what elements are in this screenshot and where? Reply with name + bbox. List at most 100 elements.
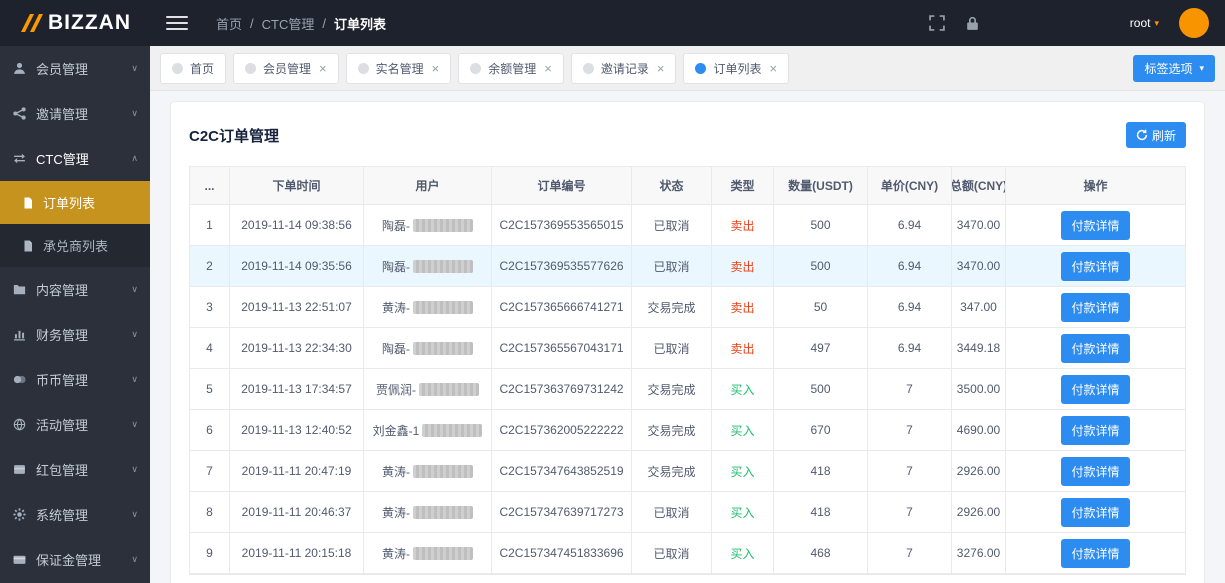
col-time: 2019-11-11 20:15:18 (230, 533, 364, 573)
chart-icon (12, 327, 27, 342)
tab-label: 实名管理 (375, 61, 424, 76)
chevron-down-icon: ∨ (131, 374, 138, 384)
col-status: 交易完成 (632, 410, 712, 450)
tab-label: 会员管理 (263, 61, 312, 76)
pay-detail-button[interactable]: 付款详情 (1061, 538, 1130, 568)
tab-members[interactable]: 会员管理 × (233, 52, 339, 84)
col-order-no: C2C157347643852519 (492, 451, 632, 491)
header-col-type: 类型 (712, 167, 774, 204)
refresh-icon (1136, 129, 1148, 141)
chevron-down-icon: ∨ (131, 329, 138, 339)
fullscreen-icon[interactable] (928, 15, 945, 31)
tab-label: 首页 (190, 61, 215, 76)
sidebar-item-coin[interactable]: 币币管理 ∨ (0, 357, 150, 402)
pay-detail-button[interactable]: 付款详情 (1061, 251, 1130, 281)
user-name-text: 黄涛- (382, 546, 410, 561)
user-menu[interactable]: root ▾ (1130, 16, 1159, 30)
pay-detail-button[interactable]: 付款详情 (1061, 374, 1130, 404)
header-col-time: 下单时间 (230, 167, 364, 204)
redacted-phone (413, 259, 473, 273)
col-price: 6.94 (868, 328, 952, 368)
col-action: 付款详情 (1006, 328, 1185, 368)
tab-home[interactable]: 首页 (160, 52, 227, 84)
tab-invite-records[interactable]: 邀请记录 × (570, 52, 677, 84)
sidebar-item-label: 红包管理 (36, 463, 89, 478)
logo: BIZZAN (0, 11, 150, 35)
sidebar-item-redpacket[interactable]: 红包管理 ∨ (0, 447, 150, 492)
col-amount: 418 (774, 492, 868, 532)
close-icon[interactable]: × (544, 61, 552, 76)
close-icon[interactable]: × (769, 61, 777, 76)
lock-icon[interactable] (965, 15, 980, 31)
chevron-down-icon: ∨ (131, 419, 138, 429)
col-total: 3470.00 (952, 246, 1006, 286)
col-action: 付款详情 (1006, 533, 1185, 573)
sidebar-item-content[interactable]: 内容管理 ∨ (0, 267, 150, 312)
menu-icon[interactable] (166, 12, 188, 34)
pay-detail-button[interactable]: 付款详情 (1061, 292, 1130, 322)
sidebar-item-system[interactable]: 系统管理 ∨ (0, 492, 150, 537)
table-row: 6 2019-11-13 12:40:52 刘金鑫-1 C2C157362005222… (190, 410, 1185, 451)
sidebar: 会员管理 ∨ 邀请管理 ∨ CTC管理 ∧ 订单列表 承兑商列表 内容管理 ∨ 财务管理 ∨ 币币管理 ∨… (0, 46, 150, 583)
close-icon[interactable]: × (319, 61, 327, 76)
col-action: 付款详情 (1006, 451, 1185, 491)
col-time: 2019-11-13 17:34:57 (230, 369, 364, 409)
close-icon[interactable]: × (432, 61, 440, 76)
redacted-phone (422, 423, 483, 437)
folder-icon (12, 282, 27, 297)
tab-dot-icon (357, 62, 369, 74)
tab-balance[interactable]: 余额管理 × (458, 52, 564, 84)
redacted-phone (419, 382, 479, 396)
sidebar-item-label: 内容管理 (36, 283, 89, 298)
pay-detail-button[interactable]: 付款详情 (1061, 497, 1130, 527)
avatar[interactable] (1179, 8, 1209, 38)
col-order-no: C2C157365567043171 (492, 328, 632, 368)
col-price: 7 (868, 369, 952, 409)
col-action: 付款详情 (1006, 287, 1185, 327)
tab-order-list[interactable]: 订单列表 × (683, 52, 790, 84)
card-header: C2C订单管理 刷新 (189, 118, 1186, 152)
redacted-phone (413, 300, 473, 314)
chevron-down-icon: ∨ (131, 108, 138, 118)
breadcrumb-ctc[interactable]: CTC管理 (262, 14, 315, 33)
refresh-button[interactable]: 刷新 (1125, 122, 1186, 148)
pay-detail-button[interactable]: 付款详情 (1061, 456, 1130, 486)
orders-table: ... 下单时间 用户 订单编号 状态 类型 数量(USDT) 单价(CNY) 总额(CNY) 操… (189, 166, 1186, 575)
sidebar-subitem-acceptor-list[interactable]: 承兑商列表 (0, 224, 150, 267)
user-name-text: 黄涛- (382, 300, 410, 315)
tab-dot-icon (695, 62, 707, 74)
tab-label: 订单列表 (713, 61, 762, 76)
col-status: 已取消 (632, 246, 712, 286)
col-type: 卖出 (712, 205, 774, 245)
tag-options-button[interactable]: 标签选项 ▾ (1133, 54, 1215, 82)
col-action: 付款详情 (1006, 492, 1185, 532)
pay-detail-button[interactable]: 付款详情 (1061, 415, 1130, 445)
sidebar-item-ctc[interactable]: CTC管理 ∧ (0, 136, 150, 181)
sidebar-item-invites[interactable]: 邀请管理 ∨ (0, 91, 150, 136)
redacted-phone (413, 505, 473, 519)
sidebar-item-finance[interactable]: 财务管理 ∨ (0, 312, 150, 357)
header-col-status: 状态 (632, 167, 712, 204)
sidebar-item-label: 财务管理 (36, 328, 89, 343)
sidebar-item-margin[interactable]: 保证金管理 ∨ (0, 537, 150, 582)
close-icon[interactable]: × (657, 61, 665, 76)
sidebar-item-label: CTC管理 (36, 152, 89, 167)
sidebar-item-members[interactable]: 会员管理 ∨ (0, 46, 150, 91)
tabbar: 首页 会员管理 × 实名管理 × 余额管理 × 邀请记录 × 订单列表 × 标签选项 ▾ (150, 46, 1225, 91)
header-col-price: 单价(CNY) (868, 167, 952, 204)
breadcrumb: 首页 / CTC管理 / 订单列表 (216, 14, 386, 33)
coins-icon (12, 372, 27, 387)
tab-realname[interactable]: 实名管理 × (345, 52, 452, 84)
sidebar-item-activity[interactable]: 活动管理 ∨ (0, 402, 150, 447)
breadcrumb-home[interactable]: 首页 (216, 14, 242, 33)
pay-detail-button[interactable]: 付款详情 (1061, 333, 1130, 363)
col-action: 付款详情 (1006, 246, 1185, 286)
pay-detail-button[interactable]: 付款详情 (1061, 210, 1130, 240)
col-type: 买入 (712, 369, 774, 409)
col-price: 7 (868, 492, 952, 532)
tab-label: 余额管理 (488, 61, 537, 76)
sidebar-subitem-order-list[interactable]: 订单列表 (0, 181, 150, 224)
col-user: 贾佩润- (364, 369, 492, 409)
user-icon (12, 61, 27, 76)
table-row: 5 2019-11-13 17:34:57 贾佩润- C2C1573637697312… (190, 369, 1185, 410)
